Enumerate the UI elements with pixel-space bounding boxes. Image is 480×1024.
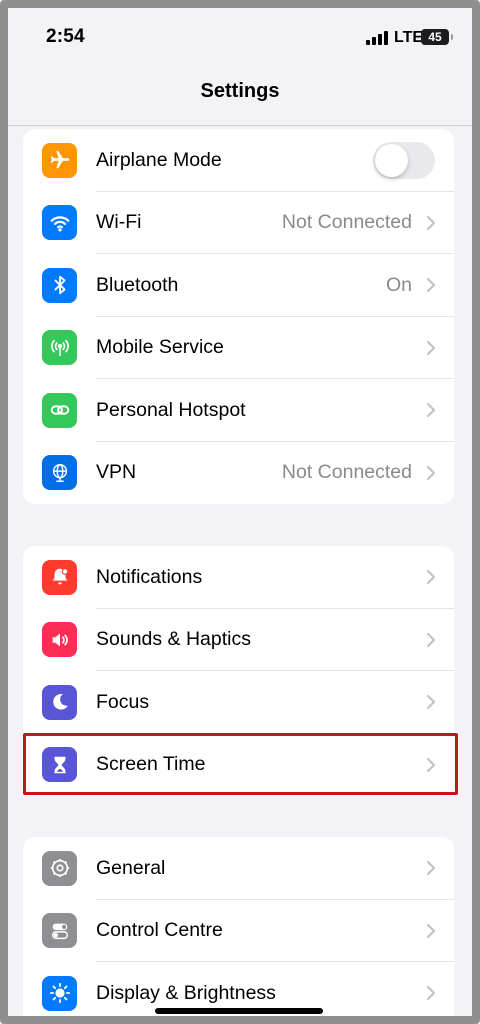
phone-frame: 2:54 LTE 45 Settings Airplane Mode Wi-Fi…	[0, 0, 480, 1024]
row-label: Display & Brightness	[96, 981, 276, 1004]
chevron-right-icon	[426, 570, 436, 585]
row-label: General	[96, 856, 166, 879]
notifications-group: Notifications Sounds & Haptics Focus Scr…	[23, 546, 454, 796]
chevron-right-icon	[426, 923, 436, 938]
row-label: Personal Hotspot	[96, 398, 246, 421]
row-label: Control Centre	[96, 919, 223, 942]
status-time: 2:54	[46, 26, 85, 47]
battery-icon: 45	[421, 29, 453, 45]
settings-row-airplane-mode[interactable]: Airplane Mode	[23, 129, 454, 192]
connectivity-group: Airplane Mode Wi-Fi Not Connected Blueto…	[23, 129, 454, 504]
row-label: Airplane Mode	[96, 148, 222, 171]
speaker-icon	[42, 622, 77, 658]
row-label: Sounds & Haptics	[96, 628, 252, 651]
switches-icon	[42, 913, 77, 949]
antenna-icon	[42, 330, 77, 366]
chevron-right-icon	[426, 632, 436, 647]
chevron-right-icon	[426, 757, 436, 772]
settings-row-display-brightness[interactable]: Display & Brightness	[23, 962, 454, 1016]
settings-row-control-centre[interactable]: Control Centre	[23, 900, 454, 963]
globe-icon	[42, 455, 77, 491]
bluetooth-icon	[42, 267, 77, 303]
chevron-right-icon	[426, 340, 436, 355]
sun-icon	[42, 975, 77, 1011]
settings-row-wifi[interactable]: Wi-Fi Not Connected	[23, 192, 454, 255]
home-indicator[interactable]	[155, 1008, 323, 1014]
page-title: Settings	[200, 80, 280, 102]
row-label: Screen Time	[96, 753, 206, 776]
chevron-right-icon	[426, 695, 436, 710]
row-value: On	[385, 273, 412, 296]
row-value: Not Connected	[281, 211, 412, 234]
hotspot-icon	[42, 392, 77, 428]
general-group: General Control Centre Display & Brightn…	[23, 837, 454, 1016]
settings-row-general[interactable]: General	[23, 837, 454, 900]
row-label: Bluetooth	[96, 273, 179, 296]
settings-row-personal-hotspot[interactable]: Personal Hotspot	[23, 379, 454, 442]
settings-row-focus[interactable]: Focus	[23, 671, 454, 734]
bell-icon	[42, 559, 77, 595]
nav-divider	[8, 125, 472, 126]
settings-row-notifications[interactable]: Notifications	[23, 546, 454, 609]
chevron-right-icon	[426, 986, 436, 1001]
cellular-signal-icon	[366, 31, 388, 45]
chevron-right-icon	[426, 278, 436, 293]
airplane-icon	[42, 142, 77, 178]
gear-icon	[42, 850, 77, 886]
hourglass-icon	[42, 747, 77, 783]
network-type: LTE	[394, 29, 424, 46]
chevron-right-icon	[426, 215, 436, 230]
row-label: VPN	[96, 461, 137, 484]
settings-row-sounds-haptics[interactable]: Sounds & Haptics	[23, 609, 454, 672]
airplane-mode-toggle[interactable]	[373, 141, 435, 179]
settings-row-vpn[interactable]: VPN Not Connected	[23, 442, 454, 505]
row-label: Notifications	[96, 565, 203, 588]
settings-row-mobile-service[interactable]: Mobile Service	[23, 317, 454, 380]
settings-row-bluetooth[interactable]: Bluetooth On	[23, 254, 454, 317]
row-label: Mobile Service	[96, 336, 224, 359]
row-label: Focus	[96, 690, 150, 713]
wifi-icon	[42, 205, 77, 241]
settings-row-screen-time[interactable]: Screen Time	[23, 734, 454, 797]
moon-icon	[42, 684, 77, 720]
chevron-right-icon	[426, 465, 436, 480]
chevron-right-icon	[426, 861, 436, 876]
row-label: Wi-Fi	[96, 211, 142, 234]
row-value: Not Connected	[281, 461, 412, 484]
status-bar: 2:54 LTE 45	[8, 8, 472, 70]
chevron-right-icon	[426, 403, 436, 418]
